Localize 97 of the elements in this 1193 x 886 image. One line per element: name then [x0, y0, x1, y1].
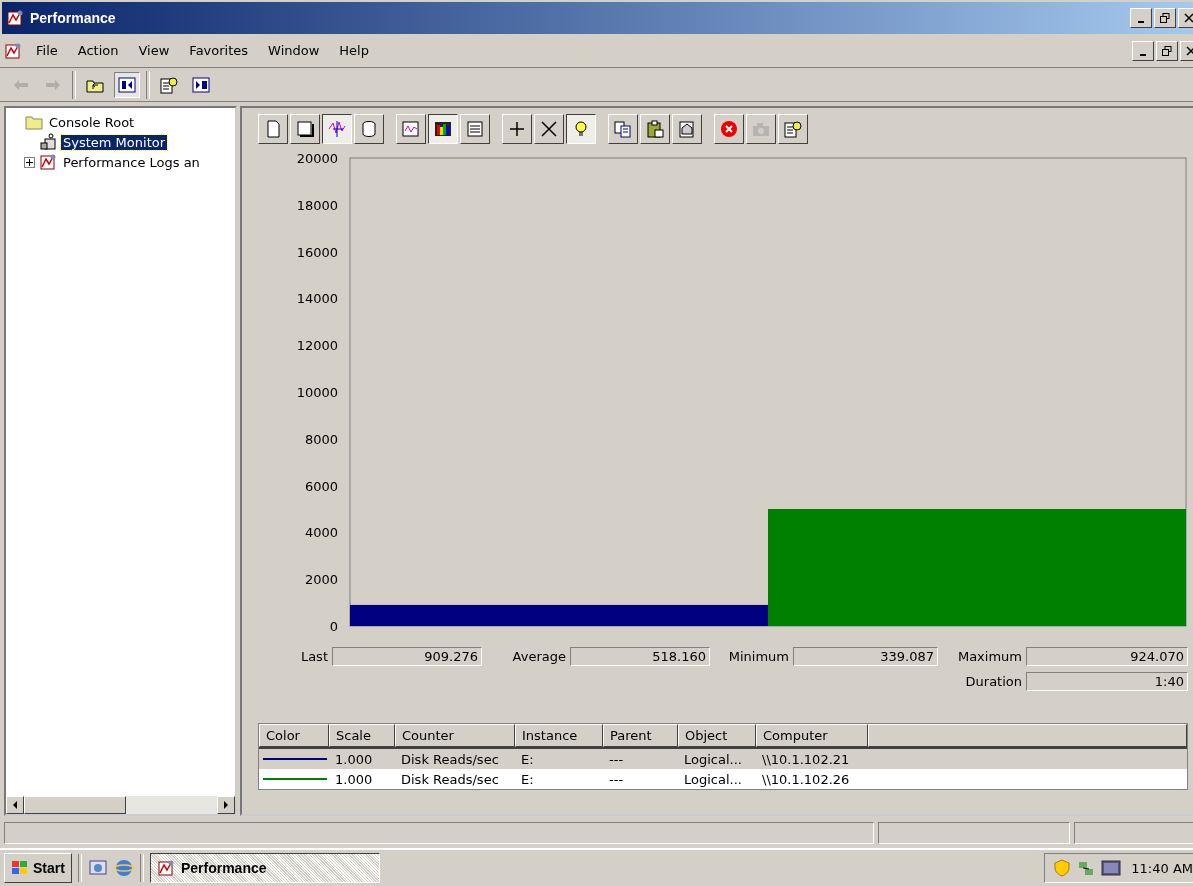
- menu-item[interactable]: Window: [258, 41, 330, 60]
- menu-item[interactable]: Action: [67, 41, 129, 60]
- spike-chart-icon[interactable]: [322, 114, 352, 144]
- properties-icon[interactable]: [672, 114, 702, 144]
- report-icon[interactable]: [460, 114, 490, 144]
- legend-row[interactable]: 1.000 Disk Reads/sec E: --- Logical... \\10.1.102.21: [259, 749, 1187, 769]
- restore-button[interactable]: [1154, 8, 1176, 28]
- browser-icon[interactable]: [113, 858, 134, 878]
- app-icon: [6, 9, 24, 27]
- table-cell-text: \\10.1.102.21: [761, 751, 851, 767]
- column-header[interactable]: Counter: [395, 724, 515, 747]
- column-header[interactable]: Computer: [756, 724, 868, 747]
- plus-icon[interactable]: [502, 114, 532, 144]
- table-cell-text: E:: [520, 751, 535, 767]
- app-icon: [156, 859, 175, 877]
- network-icon[interactable]: [1077, 859, 1096, 877]
- axis-label: 16000: [296, 244, 338, 260]
- minimize-button[interactable]: [1130, 8, 1152, 28]
- clock: 11:40 AM: [1130, 860, 1193, 876]
- restore-icon: [1162, 45, 1172, 56]
- pane-icon[interactable]: [114, 71, 140, 98]
- column-header[interactable]: Color: [259, 724, 329, 747]
- tree-item[interactable]: Console Root: [47, 114, 137, 130]
- stat-field: 1:40: [1026, 672, 1188, 691]
- left-arrow-icon: [12, 801, 18, 809]
- scroll-left-button[interactable]: [6, 796, 24, 814]
- table-cell-text: ---: [608, 751, 625, 767]
- desktop-icon[interactable]: [87, 858, 108, 878]
- taskbar-button[interactable]: Performance: [149, 853, 380, 883]
- monitor-icon: [39, 133, 57, 151]
- table-cell-text: ---: [608, 771, 625, 787]
- axis-label: 20000: [296, 151, 338, 166]
- folder-icon: [25, 114, 43, 130]
- expand-toggle[interactable]: [24, 156, 35, 168]
- bar-chart-icon[interactable]: [428, 114, 458, 144]
- tree-item[interactable]: Performance Logs an: [61, 154, 202, 170]
- stat-field: 339.087: [793, 647, 938, 666]
- axis-label: 4000: [304, 525, 338, 541]
- system-menu-icon: [4, 41, 22, 60]
- stat-field: 518.160: [570, 647, 710, 666]
- scroll-thumb[interactable]: [24, 796, 126, 814]
- stop-icon[interactable]: [714, 114, 744, 144]
- close-icon: [1186, 45, 1193, 56]
- table-cell-text: Logical...: [683, 771, 743, 787]
- minimize-icon: [1138, 21, 1144, 23]
- axis-label: 2000: [304, 572, 338, 588]
- help-icon[interactable]: [778, 114, 808, 144]
- axis-label: 18000: [296, 197, 338, 213]
- stat-label: Last: [299, 649, 328, 664]
- legend-row[interactable]: 1.000 Disk Reads/sec E: --- Logical... \\10.1.102.26: [259, 769, 1187, 789]
- menu-item[interactable]: View: [128, 41, 180, 60]
- stat-label: Minimum: [727, 649, 789, 664]
- table-cell-text: E:: [520, 771, 535, 787]
- table-cell-text: Disk Reads/sec: [400, 751, 500, 767]
- table-cell-text: Disk Reads/sec: [400, 771, 500, 787]
- line-chart-icon[interactable]: [396, 114, 426, 144]
- menu-item[interactable]: Help: [329, 41, 379, 60]
- logs-icon: [39, 153, 57, 171]
- axis-label: 0: [329, 619, 338, 634]
- close-icon[interactable]: [534, 114, 564, 144]
- stat-field: 909.276: [332, 647, 482, 666]
- stat-label: Maximum: [956, 649, 1022, 664]
- right-arrow-icon: [223, 801, 229, 809]
- new-page-icon[interactable]: [258, 114, 288, 144]
- table-cell-text: 1.000: [334, 771, 374, 787]
- page-icon[interactable]: [290, 114, 320, 144]
- cylinder-icon[interactable]: [354, 114, 384, 144]
- column-header[interactable]: Parent: [603, 724, 678, 747]
- column-header[interactable]: Scale: [329, 724, 395, 747]
- column-header[interactable]: Object: [678, 724, 756, 747]
- table-cell-text: 1.000: [334, 751, 374, 767]
- copy-icon[interactable]: [608, 114, 638, 144]
- axis-label: 10000: [296, 385, 338, 400]
- restore-icon: [1160, 13, 1170, 23]
- clipboard-icon[interactable]: [640, 114, 670, 144]
- minimize-button[interactable]: [1132, 40, 1154, 61]
- axis-label: 8000: [304, 431, 338, 447]
- stat-label: Duration: [964, 674, 1022, 689]
- axis-label: 12000: [296, 338, 338, 354]
- table-cell-text: \\10.1.102.26: [761, 771, 851, 787]
- axis-label: 6000: [304, 478, 338, 494]
- scroll-right-button[interactable]: [217, 796, 235, 814]
- minimize-icon: [1140, 53, 1146, 56]
- flag-icon: [11, 860, 29, 876]
- restore-button[interactable]: [1156, 40, 1178, 61]
- axis-label: 14000: [296, 291, 338, 307]
- stat-label: Average: [511, 649, 566, 664]
- column-header[interactable]: Instance: [515, 724, 603, 747]
- light-bulb-icon[interactable]: [566, 114, 596, 144]
- menu-item[interactable]: File: [26, 41, 68, 60]
- stat-field: 924.070: [1026, 647, 1188, 666]
- menu-item[interactable]: Favorites: [179, 41, 259, 60]
- table-cell-text: Logical...: [683, 751, 743, 767]
- tree-item[interactable]: System Monitor: [61, 134, 168, 150]
- close-icon: [1184, 13, 1193, 23]
- window-title: Performance: [30, 10, 117, 26]
- start-button[interactable]: Start: [4, 853, 72, 883]
